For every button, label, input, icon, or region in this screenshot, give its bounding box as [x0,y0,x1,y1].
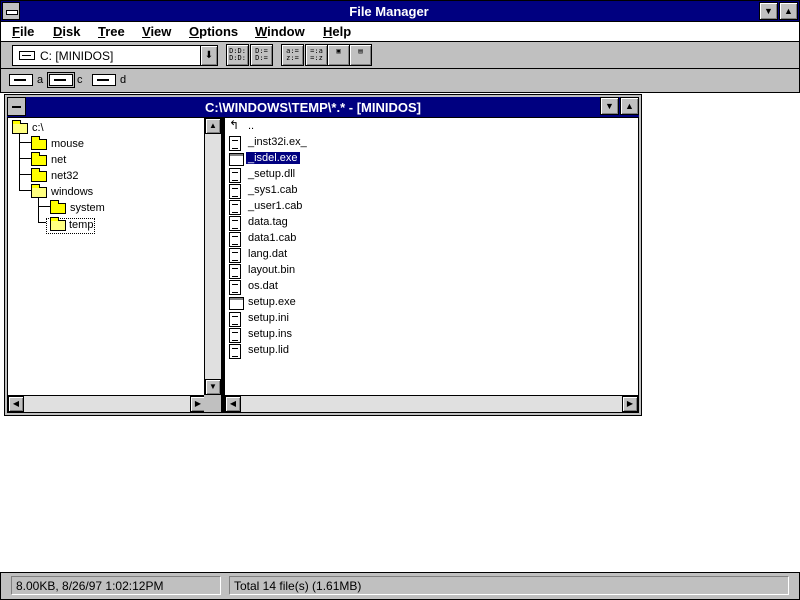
text-file-icon [229,312,241,327]
folder-open-icon [12,120,28,134]
menu-tree[interactable]: Tree [98,24,125,39]
file-icon [229,168,241,183]
hard-drive-icon [19,51,35,60]
status-bar: 8.00KB, 8/26/97 1:02:12PM Total 14 file(… [0,572,800,600]
parent-folder-icon [229,118,243,135]
folder-icon [50,200,66,214]
file-icon [229,200,241,215]
minimize-button[interactable]: ▼ [759,2,778,20]
status-selection: 8.00KB, 8/26/97 1:02:12PM [11,576,221,595]
program-icon [229,297,244,310]
file-icon [229,232,241,247]
scroll-down-icon[interactable]: ▼ [205,379,221,395]
menu-file[interactable]: File [12,24,34,39]
file-icon [229,248,241,263]
folder-icon [31,136,47,150]
folder-open-icon [50,217,66,231]
file-icon [229,264,241,279]
sort-by-name-button[interactable]: a:= z:= [281,44,304,66]
menu-view[interactable]: View [142,24,171,39]
child-minimize-button[interactable]: ▼ [600,97,619,115]
floppy-drive-icon [9,74,33,86]
sort-by-type-button[interactable]: =:a =:z [305,44,328,66]
file-icon [229,328,241,343]
view-details-button[interactable]: D:= D:= [250,44,273,66]
scroll-left-icon[interactable]: ◀ [225,396,241,412]
scroll-right-icon[interactable]: ▶ [622,396,638,412]
view-name-button[interactable]: D:D: D:D: [226,44,249,66]
file-icon [229,344,241,359]
app-title: File Manager [349,4,429,19]
file-icon [229,136,241,151]
drive-select-value: C: [MINIDOS] [40,49,114,63]
contents-horizontal-scrollbar[interactable]: ◀ ▶ [225,395,638,412]
hard-drive-icon [47,72,75,88]
file-icon [229,280,241,295]
menu-help[interactable]: Help [323,24,351,39]
file-icon [229,216,241,231]
menu-bar: File Disk Tree View Options Window Help [0,22,800,42]
app-title-bar: File Manager ▼ ▲ [0,0,800,22]
chevron-down-icon[interactable]: ⬇ [200,46,217,65]
status-total: Total 14 file(s) (1.61MB) [229,576,789,595]
program-icon [229,153,244,166]
child-system-menu-button[interactable] [7,97,26,116]
tree-item-temp[interactable]: temp [46,217,95,234]
child-maximize-button[interactable]: ▲ [620,97,639,115]
maximize-button[interactable]: ▲ [779,2,798,20]
directory-tree-pane: c:\ mouse net net32 windows system temp … [7,117,222,413]
system-menu-button[interactable] [2,2,20,20]
tree-horizontal-scrollbar[interactable]: ◀ ▶ [8,395,206,412]
folder-icon [31,152,47,166]
toolbar: C: [MINIDOS] ⬇ D:D: D:D: D:= D:= a:= z:= =:… [0,42,800,69]
drive-bar: a c d [0,69,800,93]
menu-options[interactable]: Options [189,24,238,39]
copy-icon[interactable]: ▣ [327,44,350,66]
folder-icon [31,168,47,182]
drive-select[interactable]: C: [MINIDOS] ⬇ [12,45,218,66]
menu-disk[interactable]: Disk [53,24,80,39]
directory-window-title: C:\WINDOWS\TEMP\*.* - [MINIDOS] [205,100,421,115]
folder-open-icon [31,184,47,198]
tree-vertical-scrollbar[interactable]: ▲ ▼ [204,118,221,395]
scroll-left-icon[interactable]: ◀ [8,396,24,412]
file-icon [229,184,241,199]
directory-contents-pane: .. _inst32i.ex_ _isdel.exe _setup.dll _s… [224,117,639,413]
new-window-icon[interactable]: ▤ [349,44,372,66]
scroll-up-icon[interactable]: ▲ [205,118,221,134]
directory-window-title-bar: C:\WINDOWS\TEMP\*.* - [MINIDOS] ▼ ▲ [7,97,639,117]
cdrom-drive-icon [92,74,116,86]
directory-window: C:\WINDOWS\TEMP\*.* - [MINIDOS] ▼ ▲ c:\ … [4,94,642,416]
menu-window[interactable]: Window [255,24,305,39]
